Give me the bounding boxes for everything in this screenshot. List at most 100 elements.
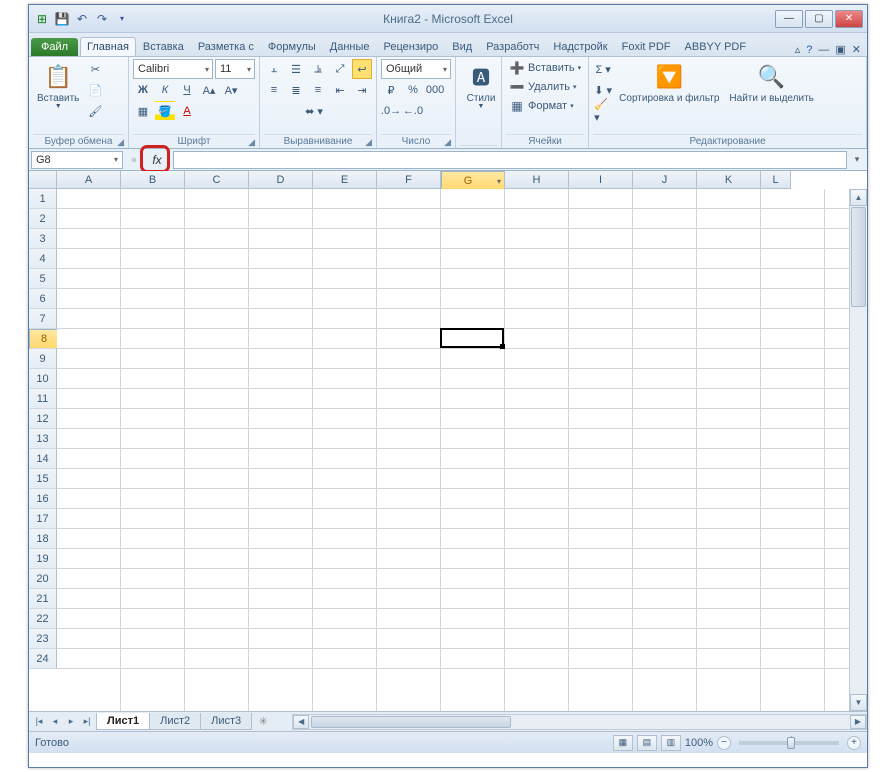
zoom-level[interactable]: 100% <box>685 737 713 749</box>
row-header-6[interactable]: 6 <box>29 289 57 309</box>
align-bottom-icon[interactable]: ⫡ <box>308 59 328 79</box>
cancel-formula-icon[interactable]: ● <box>125 151 143 169</box>
column-header-F[interactable]: F <box>377 171 441 189</box>
fill-icon[interactable]: ⬇ ▾ <box>593 80 613 100</box>
cell-area[interactable] <box>57 189 849 711</box>
scroll-left-icon[interactable]: ◀ <box>293 715 309 729</box>
percent-icon[interactable]: % <box>403 80 423 100</box>
sort-filter-button[interactable]: 🔽 Сортировка и фильтр <box>615 59 723 106</box>
delete-cells-button[interactable]: ➖Удалить▾ <box>506 78 584 96</box>
sheet-nav-next-icon[interactable]: ▸ <box>63 714 79 730</box>
shrink-font-icon[interactable]: A▾ <box>221 80 241 100</box>
border-icon[interactable]: ▦ <box>133 101 153 121</box>
dialog-launcher-icon[interactable]: ◢ <box>444 137 451 148</box>
scroll-down-icon[interactable]: ▼ <box>850 694 867 711</box>
fill-color-icon[interactable]: 🪣 <box>155 101 175 121</box>
zoom-out-button[interactable]: − <box>717 736 731 750</box>
row-header-14[interactable]: 14 <box>29 449 57 469</box>
column-header-E[interactable]: E <box>313 171 377 189</box>
styles-button[interactable]: 🅰 Стили ▼ <box>460 59 502 112</box>
orientation-icon[interactable]: ⤢ <box>330 59 350 79</box>
column-header-G[interactable]: G <box>441 171 505 191</box>
select-all-corner[interactable] <box>29 171 57 189</box>
column-header-J[interactable]: J <box>633 171 697 189</box>
insert-function-button[interactable]: fx <box>145 149 169 171</box>
row-header-12[interactable]: 12 <box>29 409 57 429</box>
column-header-A[interactable]: A <box>57 171 121 189</box>
row-header-24[interactable]: 24 <box>29 649 57 669</box>
scroll-thumb[interactable] <box>311 716 511 728</box>
ribbon-minimize-icon[interactable]: ▵ <box>795 43 801 56</box>
view-page-layout-icon[interactable]: ▤ <box>637 735 657 751</box>
expand-formula-bar-icon[interactable]: ▾ <box>849 154 865 165</box>
row-header-2[interactable]: 2 <box>29 209 57 229</box>
increase-decimal-icon[interactable]: .0→ <box>381 101 401 121</box>
zoom-thumb[interactable] <box>787 737 795 749</box>
autosum-icon[interactable]: Σ ▾ <box>593 59 613 79</box>
copy-icon[interactable]: 📄 <box>85 80 105 100</box>
redo-icon[interactable]: ↷ <box>93 10 111 28</box>
align-right-icon[interactable]: ≡ <box>308 80 328 100</box>
format-painter-icon[interactable]: 🖌 <box>85 101 105 121</box>
zoom-in-button[interactable]: + <box>847 736 861 750</box>
row-header-11[interactable]: 11 <box>29 389 57 409</box>
decrease-decimal-icon[interactable]: ←.0 <box>403 101 423 121</box>
font-size-select[interactable]: 11 <box>215 59 255 79</box>
column-header-C[interactable]: C <box>185 171 249 189</box>
row-header-16[interactable]: 16 <box>29 489 57 509</box>
close-button[interactable]: ✕ <box>835 10 863 28</box>
italic-button[interactable]: К <box>155 80 175 100</box>
row-header-7[interactable]: 7 <box>29 309 57 329</box>
align-top-icon[interactable]: ⫠ <box>264 59 284 79</box>
row-header-23[interactable]: 23 <box>29 629 57 649</box>
sheet-tab-3[interactable]: Лист3 <box>200 713 252 730</box>
row-header-15[interactable]: 15 <box>29 469 57 489</box>
name-box[interactable]: G8 ▾ <box>31 151 123 169</box>
align-middle-icon[interactable]: ☰ <box>286 59 306 79</box>
tab-data[interactable]: Данные <box>323 37 377 56</box>
increase-indent-icon[interactable]: ⇥ <box>352 80 372 100</box>
sheet-nav-first-icon[interactable]: |◂ <box>31 714 47 730</box>
sheet-nav-last-icon[interactable]: ▸| <box>79 714 95 730</box>
paste-button[interactable]: 📋 Вставить ▼ <box>33 59 83 112</box>
column-header-K[interactable]: K <box>697 171 761 189</box>
qat-customize-icon[interactable]: ▾ <box>113 10 131 28</box>
tab-view[interactable]: Вид <box>445 37 479 56</box>
row-header-19[interactable]: 19 <box>29 549 57 569</box>
find-select-button[interactable]: 🔍 Найти и выделить <box>725 59 817 106</box>
save-icon[interactable]: 💾 <box>53 10 71 28</box>
maximize-button[interactable]: ▢ <box>805 10 833 28</box>
minimize-button[interactable]: — <box>775 10 803 28</box>
column-header-H[interactable]: H <box>505 171 569 189</box>
row-header-20[interactable]: 20 <box>29 569 57 589</box>
sheet-tab-2[interactable]: Лист2 <box>149 713 201 730</box>
scroll-right-icon[interactable]: ▶ <box>850 715 866 729</box>
dialog-launcher-icon[interactable]: ◢ <box>117 137 124 148</box>
doc-close-icon[interactable]: ✕ <box>852 43 861 56</box>
tab-formulas[interactable]: Формулы <box>261 37 323 56</box>
doc-restore-icon[interactable]: ▣ <box>835 43 845 56</box>
align-center-icon[interactable]: ≣ <box>286 80 306 100</box>
tab-review[interactable]: Рецензиро <box>377 37 446 56</box>
new-sheet-icon[interactable]: ✳ <box>254 715 272 728</box>
row-header-5[interactable]: 5 <box>29 269 57 289</box>
decrease-indent-icon[interactable]: ⇤ <box>330 80 350 100</box>
row-header-17[interactable]: 17 <box>29 509 57 529</box>
merge-center-icon[interactable]: ⬌ ▾ <box>264 101 364 121</box>
scroll-thumb[interactable] <box>851 207 866 307</box>
sheet-nav-prev-icon[interactable]: ◂ <box>47 714 63 730</box>
number-format-select[interactable]: Общий <box>381 59 451 79</box>
undo-icon[interactable]: ↶ <box>73 10 91 28</box>
column-header-L[interactable]: L <box>761 171 791 189</box>
view-normal-icon[interactable]: ▦ <box>613 735 633 751</box>
format-cells-button[interactable]: ▦Формат▾ <box>506 97 584 115</box>
column-header-B[interactable]: B <box>121 171 185 189</box>
font-color-icon[interactable]: A <box>177 101 197 121</box>
font-name-select[interactable]: Calibri <box>133 59 213 79</box>
horizontal-scrollbar[interactable]: ◀ ▶ <box>292 714 867 730</box>
wrap-text-icon[interactable]: ↩ <box>352 59 372 79</box>
insert-cells-button[interactable]: ➕Вставить▾ <box>506 59 584 77</box>
clear-icon[interactable]: 🧹▾ <box>593 101 613 121</box>
row-header-9[interactable]: 9 <box>29 349 57 369</box>
currency-icon[interactable]: ₽ <box>381 80 401 100</box>
